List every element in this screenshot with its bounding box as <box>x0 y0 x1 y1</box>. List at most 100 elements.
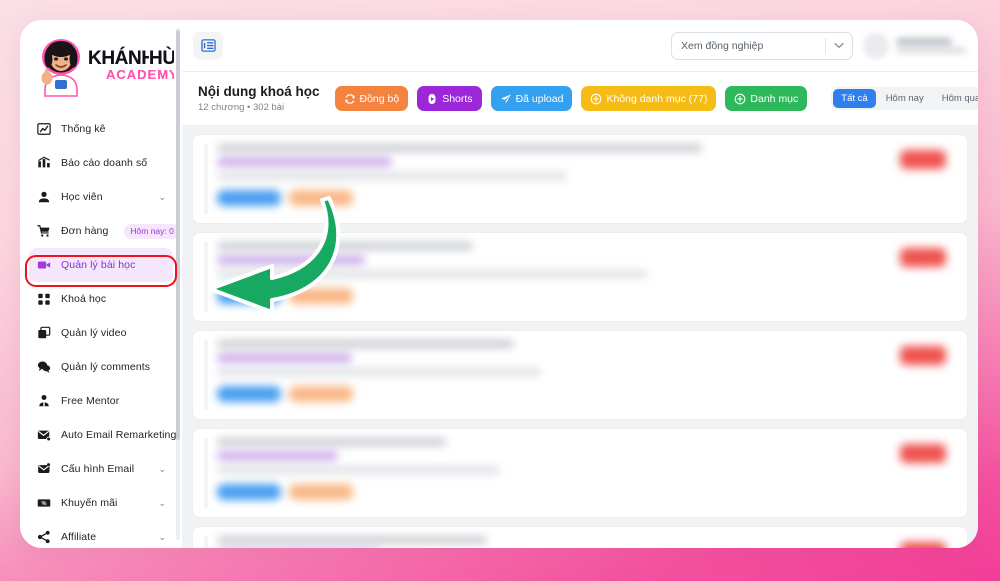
chart-line-icon <box>36 121 52 137</box>
row-actions <box>891 340 955 410</box>
plus-circle-icon <box>734 93 746 105</box>
svg-text:HÙNG: HÙNG <box>149 47 174 69</box>
row-content <box>217 536 891 548</box>
sidebar-item-label: Quản lý comments <box>61 361 151 373</box>
main-area: Xem đồng nghiệp Nội dung khoá học 12 chư… <box>182 20 978 548</box>
video-library-icon <box>36 325 52 341</box>
sidebar-item-quan-ly-video[interactable]: Quản lý video <box>29 316 173 350</box>
top-bar: Xem đồng nghiệp <box>182 20 978 72</box>
brand-logo[interactable]: KHÁNH KHÁNH HÙNG HÙNG ACADEMY ACADEMY <box>20 24 182 106</box>
table-row[interactable] <box>192 330 968 420</box>
chevron-down-icon[interactable]: ⌄ <box>158 192 166 202</box>
row-accent-bar <box>204 144 208 214</box>
row-tag-chip[interactable] <box>289 484 353 500</box>
uncategorized-button-label: Không danh mục (77) <box>606 92 708 105</box>
sidebar-item-free-mentor[interactable]: Free Mentor <box>29 384 173 418</box>
table-row[interactable] <box>192 232 968 322</box>
row-tag-chip[interactable] <box>289 386 353 402</box>
sidebar-item-label: Affiliate <box>61 531 97 543</box>
sidebar-scrollbar-thumb[interactable] <box>176 30 180 440</box>
send-icon <box>500 93 512 105</box>
mentor-icon <box>36 393 52 409</box>
row-accent-bar <box>204 340 208 410</box>
table-row[interactable] <box>192 428 968 518</box>
row-accent-bar <box>204 536 208 548</box>
chevron-down-icon[interactable]: ⌄ <box>158 498 166 508</box>
delete-button[interactable] <box>900 248 946 267</box>
sidebar-item-auto-email-remarketing[interactable]: Auto Email Remarketing <box>29 418 177 452</box>
chevron-down-icon[interactable]: ⌄ <box>158 464 166 474</box>
row-actions <box>891 536 955 548</box>
sidebar-toggle-button[interactable] <box>193 31 223 60</box>
lesson-list[interactable] <box>182 126 978 548</box>
sidebar-item-cau-hinh-email[interactable]: Cấu hình Email ⌄ <box>29 452 173 486</box>
email-config-icon <box>36 461 52 477</box>
category-button-label: Danh mục <box>750 92 799 105</box>
uploaded-button[interactable]: Đã upload <box>490 86 573 111</box>
sidebar-item-quan-ly-bai-hoc[interactable]: Quản lý bài học <box>29 248 173 282</box>
row-content <box>217 340 891 410</box>
sidebar-item-label: Cấu hình Email <box>61 463 135 475</box>
category-button[interactable]: Danh mục <box>725 86 808 111</box>
sidebar-item-bao-cao-doanh-so[interactable]: Báo cáo doanh số <box>29 146 173 180</box>
sidebar-item-label: Đơn hàng <box>61 225 109 237</box>
delete-button[interactable] <box>900 444 946 463</box>
svg-text:ACADEMY: ACADEMY <box>106 67 174 82</box>
date-filter-group: Tất cả Hôm nay Hôm qua Tuỳ chỉnh <box>831 87 978 110</box>
cart-icon <box>36 223 52 239</box>
sidebar: KHÁNH KHÁNH HÙNG HÙNG ACADEMY ACADEMY Th… <box>20 20 182 548</box>
sidebar-item-hoc-vien[interactable]: Học viên ⌄ <box>29 180 173 214</box>
ticket-icon: % <box>36 495 52 511</box>
filter-hom-qua[interactable]: Hôm qua <box>934 89 978 108</box>
sidebar-item-label: Auto Email Remarketing <box>61 429 177 441</box>
sidebar-item-label: Báo cáo doanh số <box>61 157 148 169</box>
sidebar-item-khoa-hoc[interactable]: Khoá học <box>29 282 173 316</box>
chevron-down-icon[interactable] <box>826 42 852 49</box>
delete-button[interactable] <box>900 150 946 169</box>
comments-icon <box>36 359 52 375</box>
row-tag-chip[interactable] <box>289 288 353 304</box>
row-content <box>217 144 891 214</box>
row-status-chip[interactable] <box>217 386 281 402</box>
filter-hom-nay[interactable]: Hôm nay <box>878 89 932 108</box>
shorts-button[interactable]: Shorts <box>417 86 482 111</box>
sidebar-item-label: Free Mentor <box>61 395 120 407</box>
chevron-down-icon[interactable]: ⌄ <box>158 532 166 542</box>
row-status-chip[interactable] <box>217 190 281 206</box>
share-icon <box>36 529 52 545</box>
sidebar-item-quan-ly-comments[interactable]: Quản lý comments <box>29 350 173 384</box>
row-content <box>217 242 891 312</box>
sidebar-item-label: Học viên <box>61 191 103 203</box>
uploaded-button-label: Đã upload <box>515 92 564 105</box>
user-profile-chip[interactable] <box>863 32 966 59</box>
grid-icon <box>36 291 52 307</box>
delete-button[interactable] <box>900 346 946 365</box>
sidebar-item-thong-ke[interactable]: Thống kê <box>29 112 173 146</box>
row-actions <box>891 144 955 214</box>
row-tag-chip[interactable] <box>289 190 353 206</box>
email-auto-icon <box>36 427 52 443</box>
sidebar-menu: Thống kê Báo cáo doanh số Học viên ⌄ Đơn… <box>20 106 182 548</box>
row-status-chip[interactable] <box>217 484 281 500</box>
row-status-chip[interactable] <box>217 288 281 304</box>
svg-text:%: % <box>42 501 47 507</box>
filter-tat-ca[interactable]: Tất cả <box>833 89 876 108</box>
row-actions <box>891 242 955 312</box>
sidebar-item-affiliate[interactable]: Affiliate ⌄ <box>29 520 173 548</box>
row-content <box>217 438 891 508</box>
sidebar-item-label: Khuyến mãi <box>61 497 118 509</box>
row-accent-bar <box>204 242 208 312</box>
sync-button[interactable]: Đồng bộ <box>334 86 409 111</box>
sidebar-toggle-icon <box>200 39 216 52</box>
sidebar-item-don-hang[interactable]: Đơn hàng Hôm nay: 0 <box>29 214 180 248</box>
table-row[interactable] <box>192 526 968 548</box>
sidebar-item-khuyen-mai[interactable]: % Khuyến mãi ⌄ <box>29 486 173 520</box>
uncategorized-button[interactable]: Không danh mục (77) <box>581 86 717 111</box>
plus-circle-icon <box>590 93 602 105</box>
delete-button[interactable] <box>900 542 946 548</box>
student-icon <box>36 189 52 205</box>
table-row[interactable] <box>192 134 968 224</box>
page-title: Nội dung khoá học <box>198 84 320 99</box>
colleague-select[interactable]: Xem đồng nghiệp <box>671 31 853 60</box>
user-name-block <box>896 38 966 53</box>
